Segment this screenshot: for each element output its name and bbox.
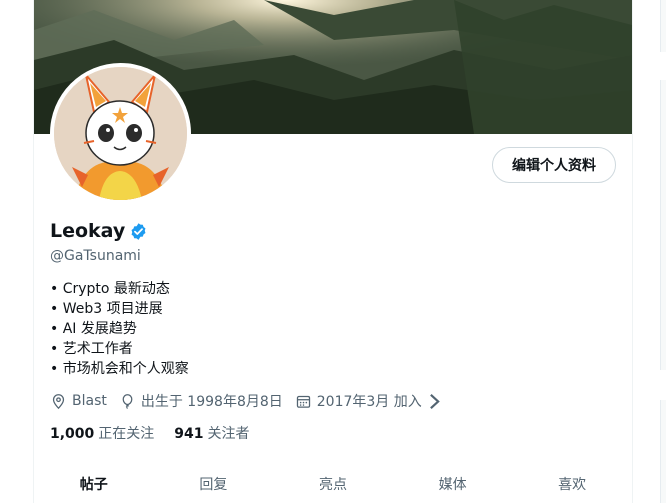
bio-line: • 市场机会和个人观察 bbox=[50, 361, 189, 377]
location-text: Blast bbox=[72, 393, 107, 409]
following-count: 1,000 bbox=[50, 426, 95, 442]
follow-stats: 1,000 正在关注 941 关注者 bbox=[50, 423, 270, 443]
bio-line: • AI 发展趋势 bbox=[50, 321, 137, 337]
birthday-text: 出生于 1998年8月8日 bbox=[140, 394, 283, 410]
chevron-right-icon[interactable] bbox=[426, 393, 443, 410]
tab-replies[interactable]: 回复 bbox=[154, 464, 274, 503]
avatar-cat-mask-illustration bbox=[54, 67, 187, 200]
calendar-icon bbox=[296, 395, 310, 408]
balloon-icon bbox=[122, 393, 133, 409]
location-pin-icon bbox=[52, 393, 65, 409]
following-link[interactable]: 1,000 正在关注 bbox=[50, 423, 154, 443]
edit-profile-button[interactable]: 编辑个人资料 bbox=[492, 147, 616, 183]
verified-badge-icon[interactable] bbox=[129, 222, 148, 241]
profile-bio: • Crypto 最新动态 • Web3 项目进展 • AI 发展趋势 • 艺术… bbox=[50, 279, 189, 379]
following-label: 正在关注 bbox=[98, 426, 155, 442]
tab-likes[interactable]: 喜欢 bbox=[512, 464, 632, 503]
page-right-border bbox=[632, 0, 633, 503]
display-name: Leokay bbox=[50, 220, 126, 242]
meta-location: Blast bbox=[50, 393, 107, 410]
tab-posts[interactable]: 帖子 bbox=[34, 464, 154, 503]
side-panel-edge bbox=[660, 400, 666, 503]
name-row: Leokay bbox=[50, 220, 148, 242]
bio-line: • 艺术工作者 bbox=[50, 341, 133, 357]
bio-line: • Crypto 最新动态 bbox=[50, 281, 170, 297]
meta-birthday: 出生于 1998年8月8日 bbox=[119, 391, 283, 411]
side-panel-edge bbox=[660, 80, 666, 370]
tab-highlights[interactable]: 亮点 bbox=[273, 464, 393, 503]
profile-meta: Blast 出生于 1998年8月8日 2017年3月 加入 bbox=[50, 391, 460, 411]
meta-joined[interactable]: 2017年3月 加入 bbox=[295, 391, 448, 411]
profile-avatar[interactable] bbox=[50, 63, 191, 204]
side-panel-edge bbox=[660, 0, 666, 52]
profile-tabs: 帖子 回复 亮点 媒体 喜欢 bbox=[34, 464, 632, 503]
bio-line: • Web3 项目进展 bbox=[50, 301, 163, 317]
followers-count: 941 bbox=[174, 426, 204, 442]
joined-text: 2017年3月 加入 bbox=[316, 394, 422, 410]
followers-label: 关注者 bbox=[207, 426, 250, 442]
tab-media[interactable]: 媒体 bbox=[393, 464, 513, 503]
followers-link[interactable]: 941 关注者 bbox=[174, 423, 249, 443]
user-handle: @GaTsunami bbox=[50, 248, 141, 264]
